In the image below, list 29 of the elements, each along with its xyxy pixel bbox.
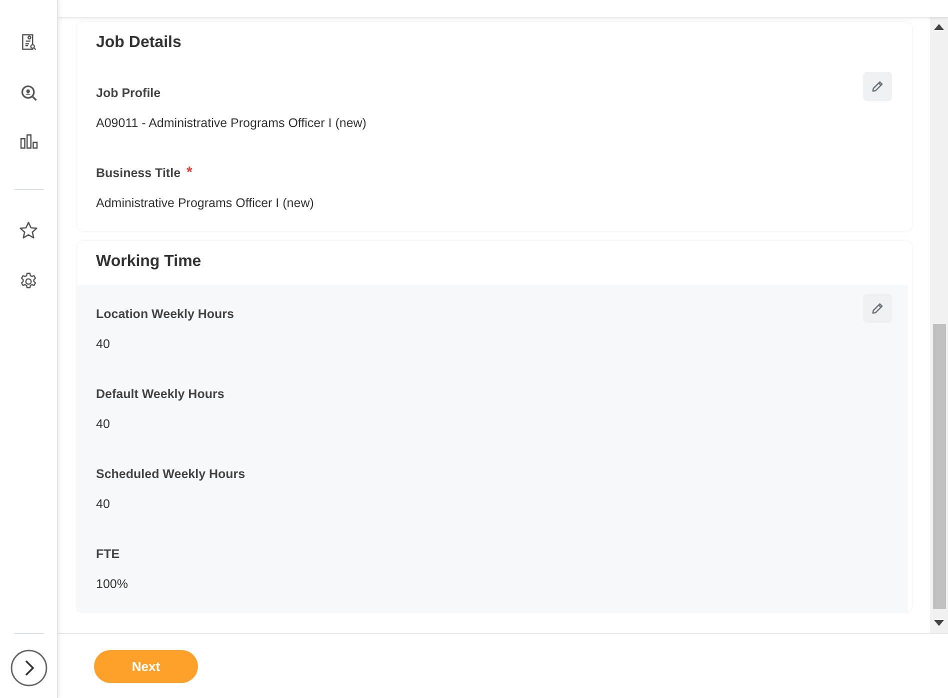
field-label: Location Weekly Hours	[96, 306, 234, 320]
field-value: 40	[96, 497, 111, 512]
settings-icon[interactable]	[19, 272, 38, 291]
pencil-icon	[871, 80, 884, 93]
pencil-icon	[871, 302, 884, 315]
section-title: Working Time	[95, 252, 202, 272]
section-title: Job Details	[95, 33, 182, 53]
scrollbar-thumb[interactable]	[933, 324, 946, 609]
search-icon[interactable]	[20, 84, 38, 102]
field-label: Default Weekly Hours	[96, 386, 224, 400]
field-value: 100%	[96, 577, 129, 592]
field-value: Administrative Programs Officer I (new)	[96, 196, 315, 211]
field-value: A09011 - Administrative Programs Officer I (new)	[96, 116, 368, 131]
required-mark: *	[186, 164, 192, 181]
next-button[interactable]: Next	[94, 650, 198, 682]
field-label: Job Profile	[96, 86, 161, 100]
field-label: FTE	[96, 546, 120, 560]
field-value: 40	[96, 417, 111, 432]
field-value: 40	[96, 337, 111, 352]
field-label: Scheduled Weekly Hours	[96, 466, 246, 480]
edit-button[interactable]	[863, 294, 892, 323]
scroll-up-icon[interactable]	[934, 24, 944, 30]
scroll-down-icon[interactable]	[934, 620, 944, 626]
star-icon[interactable]	[19, 221, 38, 240]
worker-search-icon[interactable]	[20, 32, 38, 52]
edit-button[interactable]	[863, 72, 892, 101]
expand-icon[interactable]	[10, 649, 48, 687]
bar-chart-icon[interactable]	[18, 134, 38, 149]
field-label: Business Title	[96, 166, 181, 180]
